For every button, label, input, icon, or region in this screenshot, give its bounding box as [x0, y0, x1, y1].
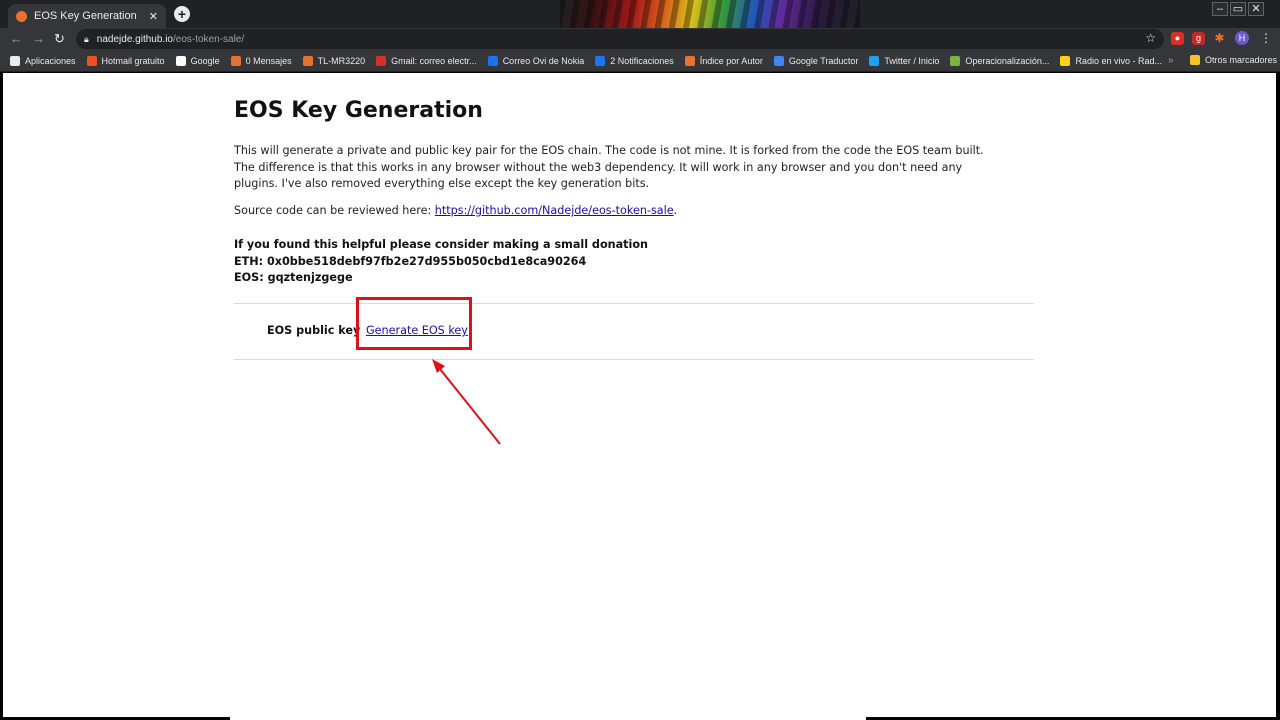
bookmark-item[interactable]: Operacionalización... [950, 55, 1050, 66]
google-g-icon [175, 55, 186, 66]
page-title: EOS Key Generation [234, 98, 483, 123]
bookmark-label: Google Traductor [788, 55, 859, 66]
bookmark-item[interactable]: Radio en vivo - Rad... [1060, 55, 1162, 66]
minimize-button[interactable]: – [1212, 2, 1228, 16]
donation-heading: If you found this helpful please conside… [234, 238, 648, 251]
folder-icon [1190, 55, 1200, 65]
annotation-arrow-icon [432, 359, 501, 445]
url-host: nadejde.github.io [96, 33, 173, 45]
url-path: /eos-token-sale/ [172, 33, 245, 45]
source-prefix: Source code can be reviewed here: [234, 204, 435, 217]
browser-toolbar: ← → ↻ 🔒︎ nadejde.github.io/eos-token-sal… [0, 28, 1280, 50]
bookmark-label: Gmail: correo electr... [391, 55, 477, 66]
facebook-icon [595, 55, 606, 66]
bookmark-item[interactable]: Google Traductor [773, 55, 859, 66]
bookmark-label: Hotmail gratuito [101, 55, 165, 66]
ovi-icon [487, 55, 498, 66]
back-arrow-icon[interactable]: ← [10, 31, 23, 47]
extensions-puzzle-icon[interactable]: ✱ [1213, 32, 1226, 45]
bookmark-item[interactable]: Hotmail gratuito [86, 55, 165, 66]
other-bookmarks-folder[interactable]: Otros marcadores [1190, 55, 1277, 65]
bookmark-label: 2 Notificaciones [610, 55, 674, 66]
new-tab-button[interactable]: + [174, 6, 190, 22]
address-bar[interactable]: 🔒︎ nadejde.github.io/eos-token-sale/ ☆ [76, 29, 1164, 49]
lock-icon: 🔒︎ [84, 33, 89, 44]
globe-icon [684, 55, 695, 66]
bookmark-item[interactable]: Gmail: correo electr... [376, 55, 477, 66]
bookmark-label: Índice por Autor [699, 55, 763, 66]
source-suffix: . [673, 204, 678, 217]
bookmark-item[interactable]: Índice por Autor [684, 55, 763, 66]
flag-icon [1060, 55, 1071, 66]
donation-block: If you found this helpful please conside… [234, 237, 648, 287]
divider-bottom [234, 359, 1034, 360]
bookmark-item[interactable]: TL-MR3220 [302, 55, 366, 66]
eth-address: ETH: 0x0bbe518debf97fb2e27d955b050cbd1e8… [234, 254, 587, 268]
bookmark-label: Aplicaciones [25, 55, 76, 66]
globe-icon [302, 55, 313, 66]
bookmarks-overflow-icon[interactable]: » [1168, 55, 1174, 66]
tab-favicon-icon [16, 10, 27, 22]
profile-avatar[interactable]: H [1235, 31, 1249, 45]
bookmark-label: 0 Mensajes [245, 55, 292, 66]
theme-rainbow-art [560, 0, 860, 28]
reload-icon[interactable]: ↻ [54, 31, 65, 47]
bookmark-label: Correo Ovi de Nokia [502, 55, 585, 66]
bookmark-item[interactable]: 2 Notificaciones [595, 55, 674, 66]
source-code-link[interactable]: https://github.com/Nadejde/eos-token-sal… [435, 204, 674, 217]
browser-menu-icon[interactable]: ⋮ [1260, 31, 1272, 45]
source-code-line: Source code can be reviewed here: https:… [234, 204, 677, 217]
bookmark-label: Google [190, 55, 220, 66]
bookmark-item[interactable]: Twitter / Inicio [869, 55, 940, 66]
restore-button[interactable]: ▭ [1230, 2, 1246, 16]
globe-icon [230, 55, 241, 66]
bookmark-label: TL-MR3220 [317, 55, 366, 66]
bookmark-item[interactable]: 0 Mensajes [230, 55, 292, 66]
apps-grid-icon [10, 55, 20, 66]
tab-title: EOS Key Generation [34, 10, 137, 22]
intro-paragraph: This will generate a private and public … [234, 144, 984, 191]
browser-tab[interactable]: EOS Key Generation ✕ [8, 4, 166, 28]
divider-top [234, 303, 1034, 304]
close-window-button[interactable]: ✕ [1248, 2, 1264, 16]
other-bookmarks-label: Otros marcadores [1205, 55, 1278, 65]
highlight-box [356, 297, 472, 350]
bookmark-item[interactable]: Correo Ovi de Nokia [487, 55, 585, 66]
eos-account: EOS: gqztenjzgege [234, 271, 353, 285]
tab-close-icon[interactable]: ✕ [149, 10, 158, 23]
web-page: EOS Key Generation This will generate a … [3, 73, 1276, 717]
gmail-icon [376, 55, 387, 66]
extension-g-icon[interactable]: g [1192, 32, 1205, 45]
twitter-icon [869, 55, 880, 66]
bookmark-label: Twitter / Inicio [884, 55, 940, 66]
bookmark-label: Operacionalización... [965, 55, 1050, 66]
windows-logo-icon [86, 55, 97, 66]
eos-public-key-label: EOS public key [267, 324, 361, 337]
extension-red-icon[interactable]: ● [1171, 32, 1184, 45]
doc-icon [950, 55, 961, 66]
bookmark-item[interactable]: Google [175, 55, 220, 66]
browser-titlebar: EOS Key Generation ✕ + – ▭ ✕ [0, 0, 1280, 28]
bookmark-label: Radio en vivo - Rad... [1075, 55, 1162, 66]
translate-icon [773, 55, 784, 66]
forward-arrow-icon[interactable]: → [32, 31, 45, 47]
bookmark-item[interactable]: Aplicaciones [10, 55, 76, 66]
bookmarks-bar: Aplicaciones Hotmail gratuito Google 0 Mens… [0, 50, 1280, 72]
bookmark-star-icon[interactable]: ☆ [1145, 31, 1156, 45]
